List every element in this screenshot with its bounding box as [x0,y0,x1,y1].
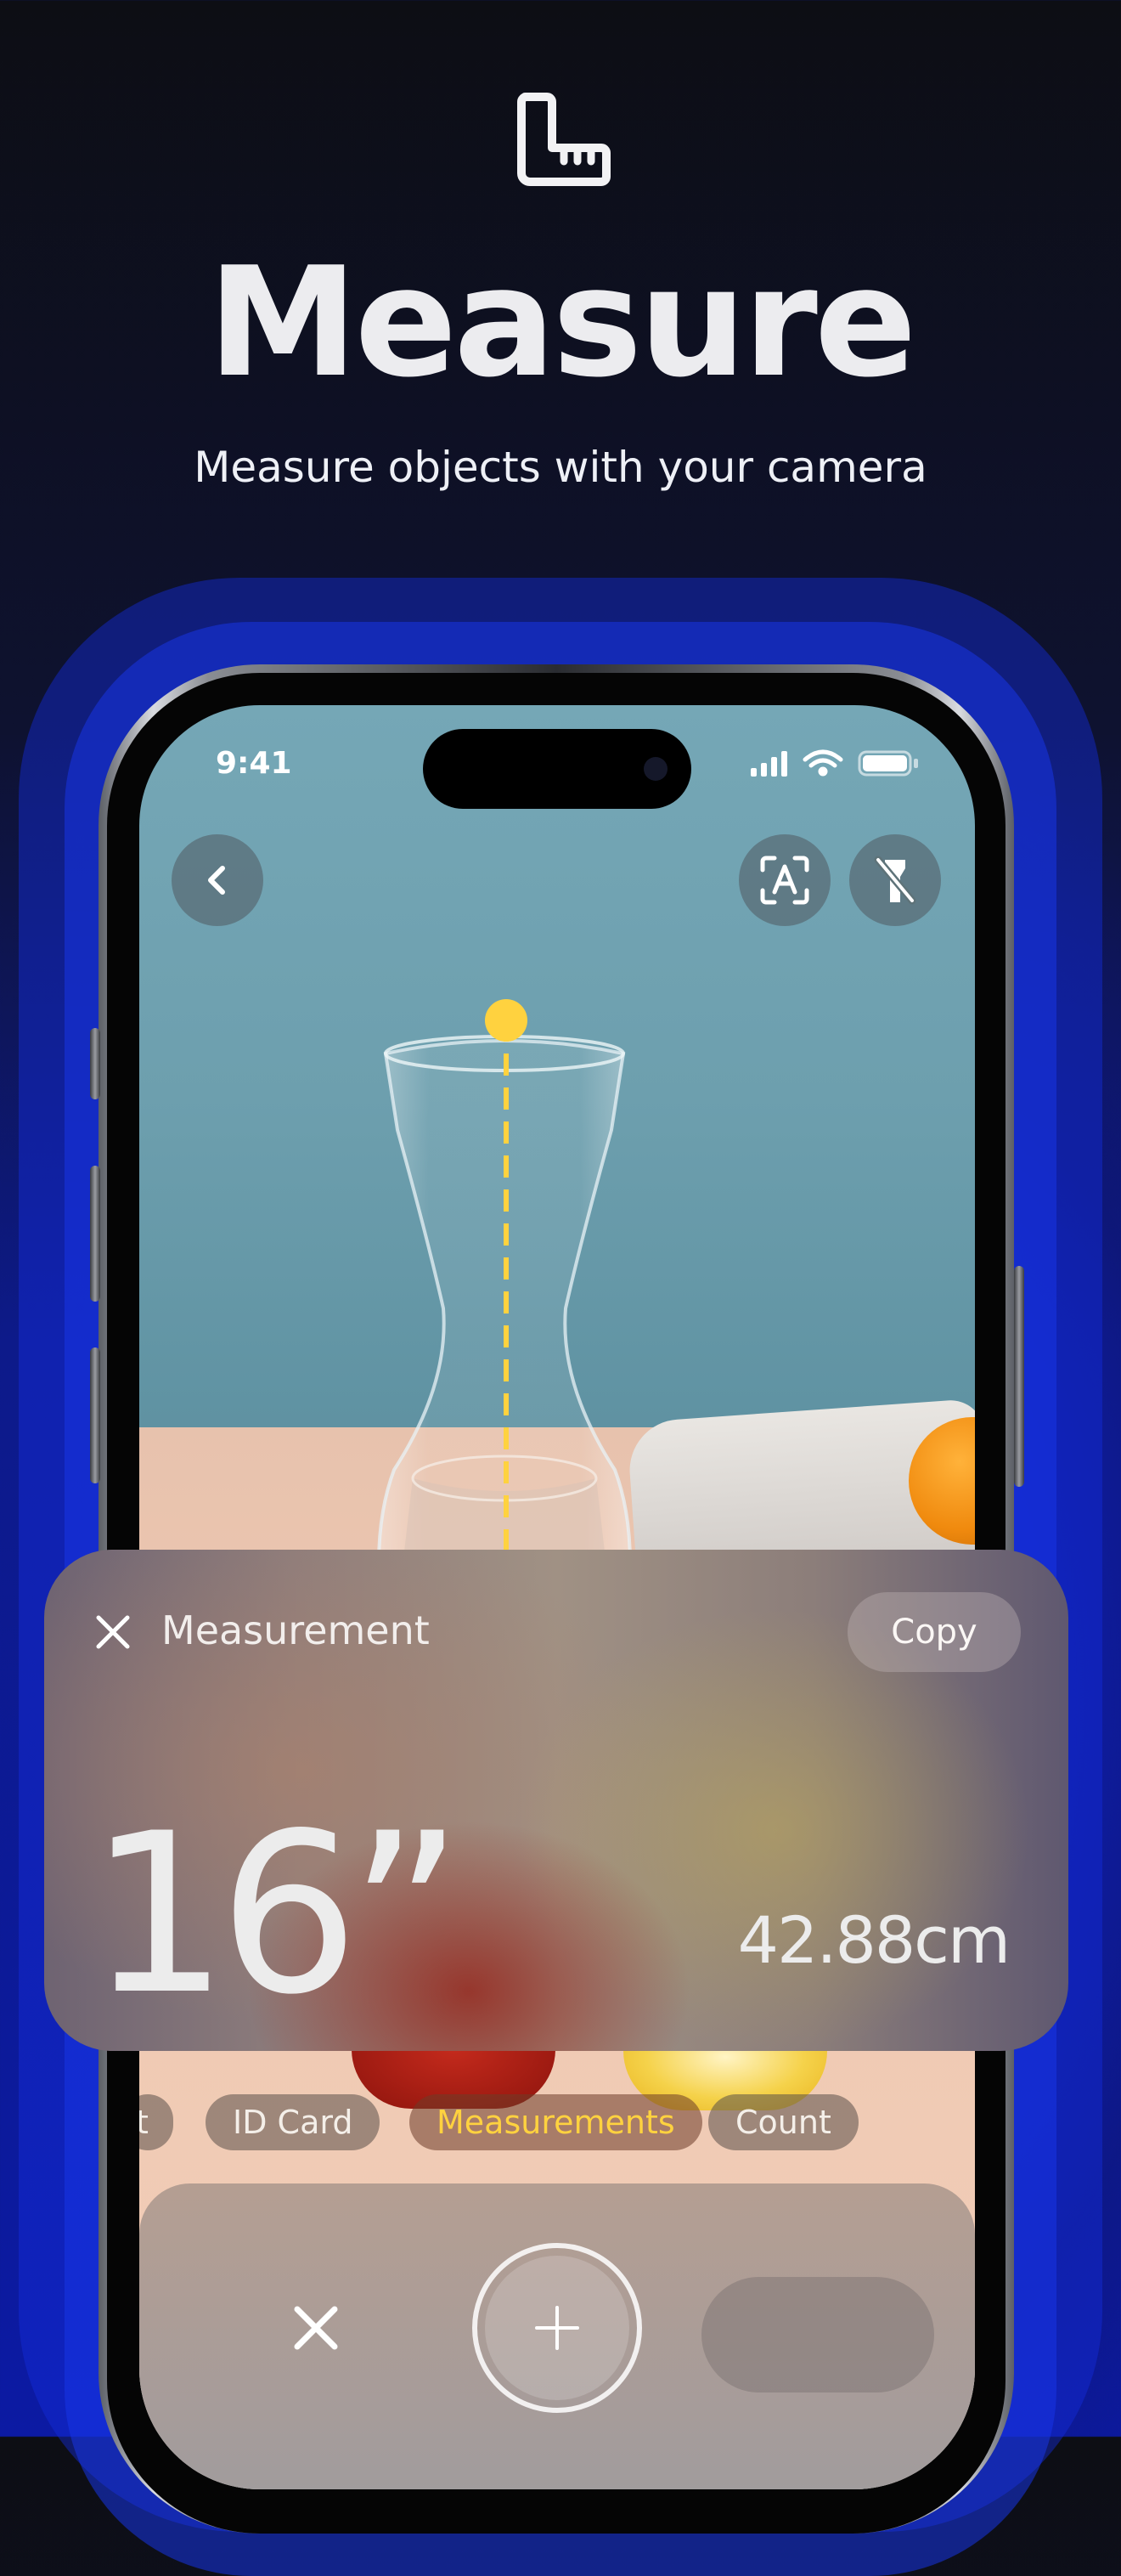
measurement-primary-value: 16” [88,1787,464,2043]
add-point-button[interactable] [472,2243,642,2413]
text-scan-button[interactable] [739,834,831,926]
camera-lens [644,757,668,781]
phone-volume-down-button [90,1347,100,1483]
battery-icon [858,750,918,777]
phone-side-button [90,1028,100,1099]
cellular-signal-icon [751,751,787,777]
close-icon[interactable] [92,1611,134,1653]
flashlight-off-icon [874,856,916,905]
dynamic-island [423,729,691,809]
mode-chip-measurements[interactable]: Measurements [409,2094,702,2150]
wifi-icon [803,749,843,777]
mode-chip-id-card[interactable]: ID Card [206,2094,380,2150]
flashlight-button[interactable] [849,834,941,926]
phone-power-button [1014,1266,1024,1487]
measurement-point[interactable] [485,999,527,1042]
page-title: Measure [207,234,916,410]
copy-button[interactable]: Copy [848,1592,1021,1672]
mode-selector: t ID Card Measurements Count [139,2094,975,2150]
close-icon [294,2306,338,2350]
chevron-left-icon [208,866,225,895]
status-icons [751,749,918,777]
measurement-card: Measurement Copy 16” 42.88cm [44,1550,1068,2051]
measurement-secondary-value: 42.88cm [737,1902,1011,1978]
secondary-action-button[interactable] [701,2277,934,2392]
page-subtitle: Measure objects with your camera [194,443,927,492]
status-time: 9:41 [216,746,292,781]
plus-icon [535,2306,579,2350]
mode-chip-count[interactable]: Count [708,2094,859,2150]
mode-chip-truncated[interactable]: t [139,2094,173,2150]
measurement-label: Measurement [161,1607,430,1653]
phone-volume-up-button [90,1166,100,1302]
measurement-line[interactable] [479,994,530,1589]
back-button[interactable] [172,834,263,926]
cancel-button[interactable] [290,2302,341,2353]
bottom-control-bar [139,2183,975,2489]
ruler-square-icon [517,93,611,186]
text-scan-icon [760,856,809,905]
